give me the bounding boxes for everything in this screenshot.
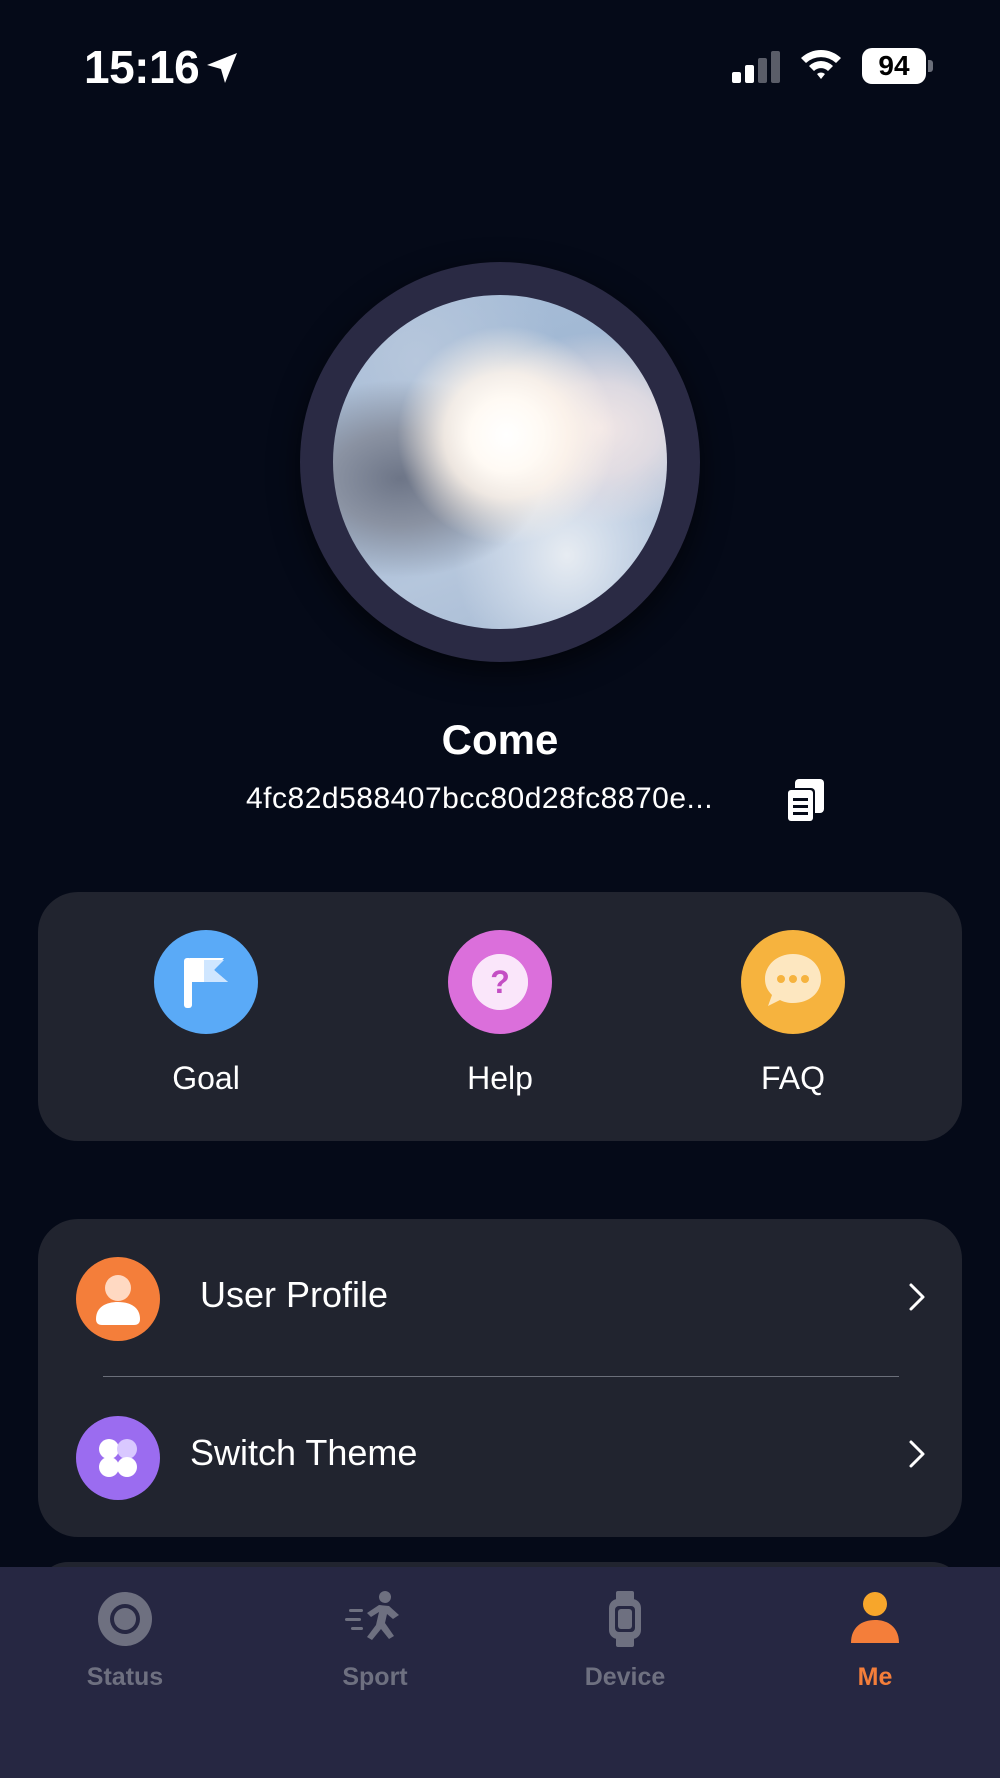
user-icon: [76, 1257, 160, 1341]
user-profile-label: User Profile: [200, 1274, 389, 1315]
faq-button[interactable]: FAQ: [703, 930, 883, 1097]
cellular-signal-icon: [732, 51, 780, 83]
quick-actions-card: Goal ? Help FAQ: [38, 892, 962, 1141]
tab-me-label: Me: [857, 1663, 893, 1691]
goal-button[interactable]: Goal: [116, 930, 296, 1097]
svg-text:?: ?: [490, 964, 510, 1000]
help-label: Help: [467, 1060, 533, 1096]
battery-level: 94: [862, 48, 926, 84]
tab-me[interactable]: Me: [775, 1587, 975, 1692]
goal-label: Goal: [172, 1060, 240, 1096]
copy-icon[interactable]: [784, 778, 826, 824]
tab-sport-label: Sport: [342, 1663, 408, 1691]
chevron-right-icon: [909, 1440, 925, 1468]
tab-status[interactable]: Status: [25, 1587, 225, 1692]
tab-bar: Status Sport Device Me: [0, 1567, 1000, 1778]
chat-bubble-icon: [741, 930, 845, 1034]
user-id: 4fc82d588407bcc80d28fc8870e...: [246, 782, 714, 815]
switch-theme-label: Switch Theme: [190, 1432, 418, 1473]
watch-icon: [609, 1591, 641, 1647]
person-icon: [851, 1592, 899, 1643]
location-arrow-icon: [207, 53, 237, 83]
settings-card: User Profile Switch Theme: [38, 1219, 962, 1537]
switch-theme-row[interactable]: Switch Theme: [38, 1378, 962, 1528]
tab-device[interactable]: Device: [525, 1587, 725, 1692]
chevron-right-icon: [909, 1283, 925, 1311]
status-bar: 15:16 94: [0, 0, 1000, 130]
question-icon: ?: [448, 930, 552, 1034]
flag-icon: [154, 930, 258, 1034]
me-screen: 15:16 94 Come 4fc82d588407bcc80d28fc8870…: [0, 0, 1000, 1778]
user-profile-row[interactable]: User Profile: [38, 1219, 962, 1369]
wifi-icon: [801, 50, 841, 79]
running-person-icon: [345, 1591, 399, 1640]
battery-icon: 94: [862, 48, 934, 84]
faq-label: FAQ: [760, 1060, 825, 1096]
user-name: Come: [441, 716, 559, 763]
status-time: 15:16: [84, 41, 200, 93]
avatar[interactable]: [333, 295, 667, 629]
avatar-frame[interactable]: [300, 262, 700, 662]
tab-device-label: Device: [584, 1663, 666, 1691]
help-button[interactable]: ? Help: [410, 930, 590, 1097]
divider: [103, 1376, 899, 1377]
theme-grid-icon: [76, 1416, 160, 1500]
tab-status-label: Status: [86, 1663, 164, 1691]
status-ring-icon: [98, 1592, 152, 1646]
tab-sport[interactable]: Sport: [275, 1587, 475, 1692]
